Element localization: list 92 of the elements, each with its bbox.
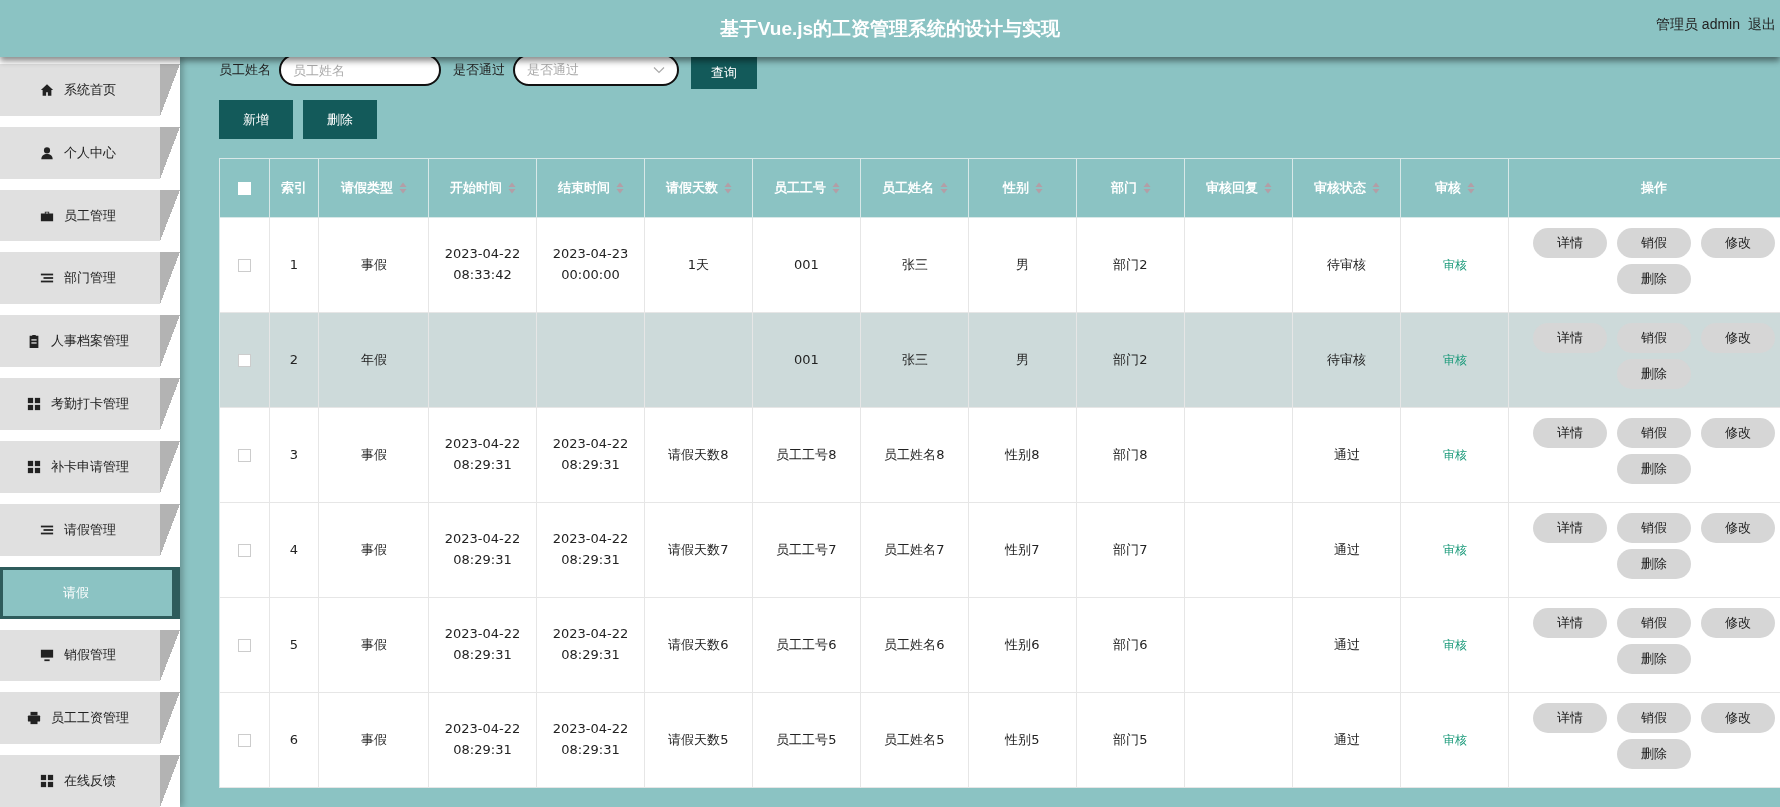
search-button[interactable]: 查询 [691, 57, 757, 89]
menu-item[interactable]: 个人中心 [0, 126, 180, 179]
cancel-leave-button[interactable]: 销假 [1617, 418, 1691, 448]
edit-button[interactable]: 修改 [1701, 418, 1775, 448]
menu-item[interactable]: 人事档案管理 [0, 315, 180, 368]
table-cell: 员工姓名5 [861, 693, 969, 788]
table-cell: 2023-04-22 08:29:31 [537, 693, 645, 788]
sort-icon [398, 182, 407, 194]
sort-icon [831, 182, 840, 194]
menu-item[interactable]: 员工管理 [0, 189, 180, 242]
add-button[interactable]: 新增 [219, 100, 293, 139]
sort-icon [1466, 182, 1475, 194]
sort-icon [615, 182, 624, 194]
cancel-leave-button[interactable]: 销假 [1617, 228, 1691, 258]
menu-item[interactable]: 系统首页 [0, 64, 180, 116]
cancel-leave-button[interactable]: 销假 [1617, 323, 1691, 353]
monitor-icon [40, 648, 54, 663]
edit-button[interactable]: 修改 [1701, 608, 1775, 638]
sort-icon [939, 182, 948, 194]
table-cell: 员工工号5 [753, 693, 861, 788]
row-checkbox[interactable] [238, 733, 251, 747]
review-link[interactable]: 审核 [1442, 542, 1467, 558]
table-cell: 2023-04-22 08:29:31 [429, 693, 537, 788]
review-link[interactable]: 审核 [1442, 257, 1467, 273]
delete-button[interactable]: 删除 [1617, 454, 1691, 484]
filter-label: 员工姓名 [219, 61, 271, 79]
clipboard-icon [27, 334, 41, 349]
edit-button[interactable]: 修改 [1701, 703, 1775, 733]
table-cell: 6 [270, 693, 319, 788]
sort-icon [507, 182, 516, 194]
details-button[interactable]: 详情 [1533, 608, 1607, 638]
sort-icon [1142, 182, 1151, 194]
delete-button[interactable]: 删除 [1617, 264, 1691, 294]
review-link[interactable]: 审核 [1442, 732, 1467, 748]
details-button[interactable]: 详情 [1533, 418, 1607, 448]
menu-item[interactable]: 考勤打卡管理 [0, 378, 180, 430]
cancel-leave-button[interactable]: 销假 [1617, 513, 1691, 543]
table-row[interactable]: 6 事假 2023-04-22 08:29:31 2023-04-22 08:29:31 请假天数5 员工工号5 员工姓名5 性别5 部门5 通过 审核 详情 销假 修改 删除 [220, 693, 1780, 788]
select-all-checkbox[interactable] [238, 181, 251, 195]
edit-button[interactable]: 修改 [1701, 228, 1775, 258]
menu-item[interactable]: 请假管理 [0, 503, 180, 556]
table-cell: 通过 [1293, 693, 1401, 788]
edit-button[interactable]: 修改 [1701, 513, 1775, 543]
review-link[interactable]: 审核 [1442, 637, 1467, 653]
name-field[interactable]: 员工姓名 [279, 57, 441, 86]
grid-icon [40, 774, 54, 789]
sort-icon [1371, 182, 1380, 194]
delete-button[interactable]: 删除 [1617, 549, 1691, 579]
filter-label: 是否通过 [453, 61, 505, 79]
menu-item[interactable]: 销假管理 [0, 629, 180, 682]
table-cell: 部门5 [1077, 693, 1185, 788]
details-button[interactable]: 详情 [1533, 703, 1607, 733]
table-cell: 事假 [319, 693, 429, 788]
grid-icon [27, 459, 41, 474]
details-button[interactable]: 详情 [1533, 323, 1607, 353]
edit-button[interactable]: 修改 [1701, 323, 1775, 353]
table-row[interactable]: 4 事假 2023-04-22 08:29:31 2023-04-22 08:29:31 请假天数7 员工工号7 员工姓名7 性别7 部门7 通过 审核 详情 销假 修改 删除 [220, 503, 1780, 598]
grid-icon [27, 396, 41, 411]
cancel-leave-button[interactable]: 销假 [1617, 608, 1691, 638]
delete-button[interactable]: 删除 [1617, 644, 1691, 674]
row-checkbox[interactable] [238, 353, 251, 367]
delete-button[interactable]: 删除 [303, 100, 377, 139]
menu-item[interactable]: 员工工资管理 [0, 692, 180, 745]
user-label: 管理员 admin [1655, 16, 1740, 34]
details-button[interactable]: 详情 [1533, 228, 1607, 258]
review-link[interactable]: 审核 [1442, 447, 1467, 463]
printer-icon [27, 711, 41, 726]
row-checkbox[interactable] [238, 638, 251, 652]
row-checkbox[interactable] [238, 448, 251, 462]
logout-link[interactable]: 退出 [1748, 16, 1776, 34]
sort-icon [723, 182, 732, 194]
sort-icon [1263, 182, 1272, 194]
menu-item[interactable]: 在线反馈 [0, 755, 180, 807]
chevron-down-icon [653, 66, 665, 74]
row-checkbox[interactable] [238, 258, 251, 272]
app-title: 基于Vue.js的工资管理系统的设计与实现 [719, 16, 1061, 41]
menu-item[interactable]: 补卡申请管理 [0, 440, 180, 493]
menu-item[interactable]: 部门管理 [0, 252, 180, 305]
delete-button[interactable]: 删除 [1617, 359, 1691, 389]
cancel-leave-button[interactable]: 销假 [1617, 703, 1691, 733]
delete-button[interactable]: 删除 [1617, 739, 1691, 769]
table-row[interactable]: 3 事假 2023-04-22 08:29:31 2023-04-22 08:29:31 请假天数8 员工工号8 员工姓名8 性别8 部门8 通过 审核 详情 销假 修改 删除 [220, 408, 1780, 503]
table-row[interactable]: 2 年假 001 张三 男 部门2 待审核 审核 详情 销假 修改 删除 [220, 313, 1780, 408]
sort-icon [1034, 182, 1043, 194]
table-cell: 性别5 [969, 693, 1077, 788]
table-row[interactable]: 1 事假 2023-04-22 08:33:42 2023-04-23 00:00:00 1天 001 张三 男 部门2 待审核 审核 详情 销假 修改 删除 [220, 218, 1780, 313]
row-checkbox[interactable] [238, 543, 251, 557]
table-cell: 请假天数5 [645, 693, 753, 788]
user-icon [40, 145, 54, 160]
home-icon [40, 82, 54, 97]
details-button[interactable]: 详情 [1533, 513, 1607, 543]
table-row[interactable]: 5 事假 2023-04-22 08:29:31 2023-04-22 08:29:31 请假天数6 员工工号6 员工姓名6 性别6 部门6 通过 审核 详情 销假 修改 删除 [220, 598, 1780, 693]
